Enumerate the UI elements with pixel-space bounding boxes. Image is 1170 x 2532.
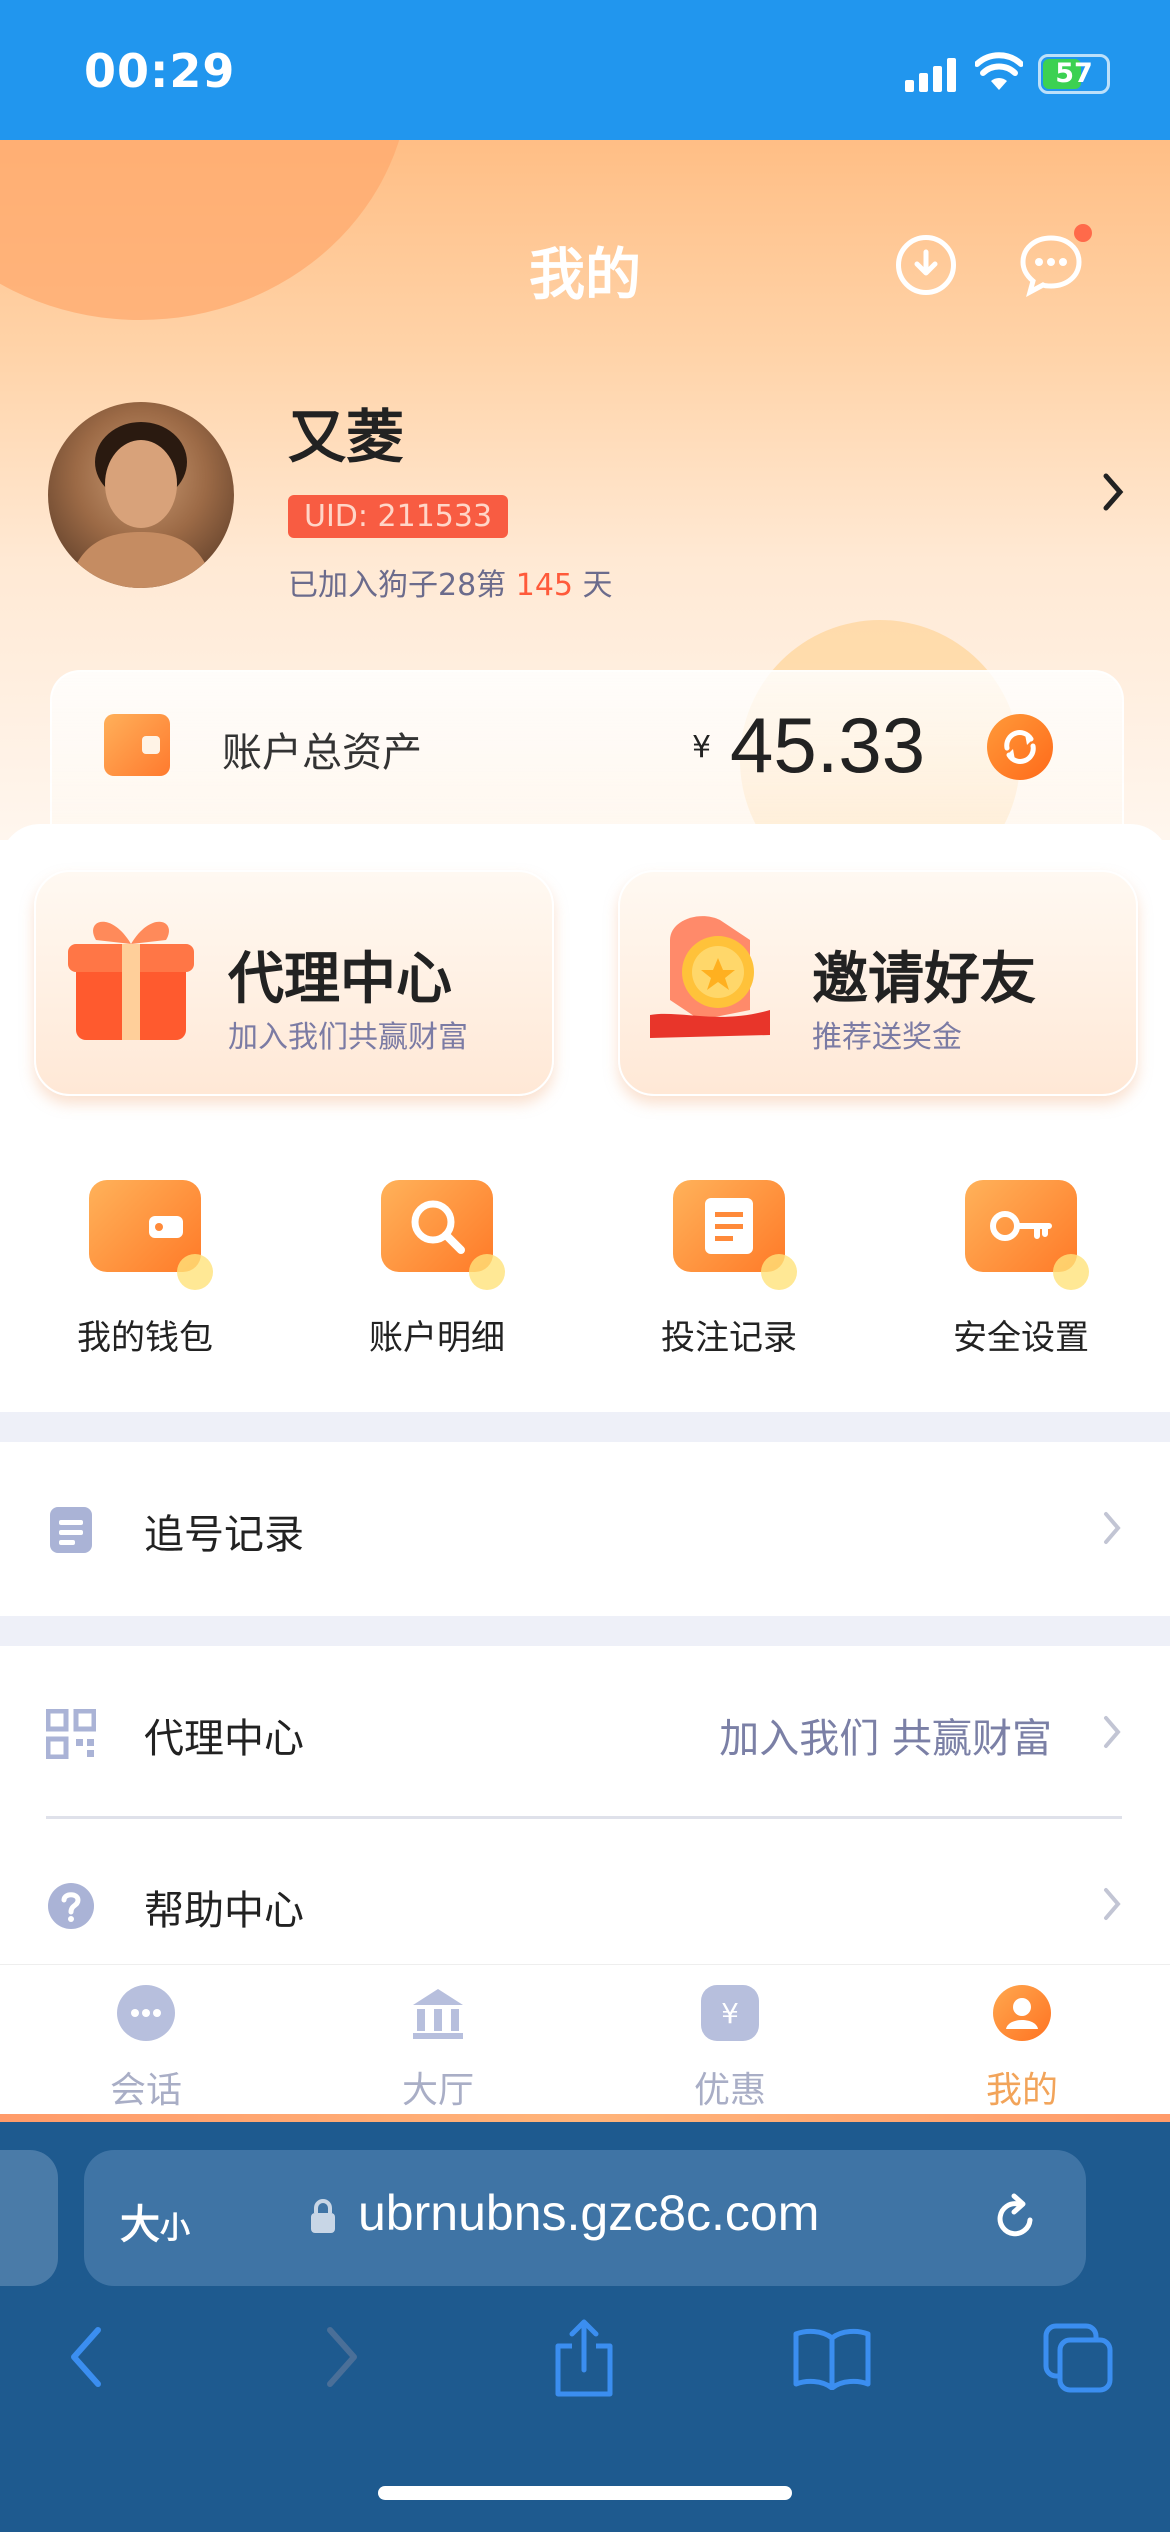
username: 又菱 (288, 403, 405, 471)
row-label: 帮助中心 (144, 1888, 304, 1934)
bet-records-button[interactable]: 投注记录 (629, 1180, 829, 1359)
account-details-button[interactable]: 账户明细 (337, 1180, 537, 1359)
profile-header: 我的 又菱 UID: 211533 已加入狗子28第 145 天 账户总资产 ¥… (0, 140, 1170, 840)
row-extra-text: 加入我们 共赢财富 (719, 1716, 1052, 1762)
svg-text:¥: ¥ (721, 1997, 739, 2030)
security-settings-button[interactable]: 安全设置 (921, 1180, 1121, 1359)
refresh-icon (1004, 730, 1036, 764)
tab-bar: 会话 大厅 ¥ 优惠 我的 (0, 1964, 1170, 2115)
joined-info: 已加入狗子28第 145 天 (288, 568, 613, 603)
qrcode-icon (46, 1709, 96, 1759)
assets-value: 45.33 (730, 701, 926, 789)
promo-subtitle: 加入我们共赢财富 (228, 1020, 468, 1055)
address-bar[interactable]: 大小 ubrnubns.gzc8c.com (84, 2150, 1086, 2286)
ticket-icon (673, 1180, 797, 1290)
key-icon (965, 1180, 1089, 1290)
notification-dot (1074, 224, 1092, 242)
row-label: 追号记录 (144, 1512, 304, 1558)
status-time: 00:29 (84, 44, 236, 98)
quick-action-label: 我的钱包 (77, 1318, 213, 1358)
tab-label: 会话 (109, 2070, 182, 2111)
invite-friends-card[interactable]: 邀请好友 推荐送奖金 (618, 870, 1138, 1096)
avatar[interactable] (48, 402, 234, 588)
magnifier-icon (381, 1180, 505, 1290)
bank-icon (409, 1985, 467, 2041)
agent-center-row[interactable]: 代理中心 加入我们 共赢财富 (0, 1676, 1170, 1786)
my-wallet-button[interactable]: 我的钱包 (45, 1180, 245, 1359)
chevron-right-icon (1104, 1888, 1121, 1920)
help-icon (48, 1883, 94, 1929)
quick-action-label: 账户明细 (369, 1318, 505, 1358)
back-icon[interactable] (62, 2322, 112, 2392)
wifi-icon (975, 52, 1023, 90)
promo-title: 邀请好友 (812, 947, 1036, 1012)
quick-action-label: 安全设置 (953, 1318, 1089, 1358)
wallet-icon (89, 1180, 213, 1290)
tab-label: 优惠 (693, 2070, 766, 2111)
download-icon (914, 249, 938, 276)
forward-icon[interactable] (316, 2322, 366, 2392)
promo-title: 代理中心 (228, 947, 452, 1012)
quick-action-label: 投注记录 (661, 1318, 797, 1358)
share-icon[interactable] (548, 2318, 620, 2398)
tab-chat[interactable]: 会话 (46, 1985, 246, 2113)
cellular-signal-icon (905, 58, 956, 92)
text-size-button[interactable]: 大小 (120, 2192, 190, 2250)
row-separator (46, 1816, 1122, 1819)
wallet-icon (104, 714, 170, 776)
gift-box-icon (68, 921, 194, 1040)
download-button[interactable] (896, 235, 956, 295)
message-button[interactable] (1018, 232, 1084, 298)
help-center-row[interactable]: 帮助中心 (0, 1848, 1170, 1958)
section-divider (0, 1616, 1170, 1646)
tab-label: 大厅 (401, 2070, 474, 2111)
promo-subtitle: 推荐送奖金 (812, 1020, 962, 1055)
uid-badge: UID: 211533 (288, 495, 509, 538)
joined-days: 145 (515, 568, 573, 603)
agent-center-card[interactable]: 代理中心 加入我们共赢财富 (34, 870, 554, 1096)
bookmarks-icon[interactable] (792, 2328, 872, 2390)
assets-card: 账户总资产 ¥ 45.33 (50, 670, 1124, 840)
assets-label: 账户总资产 (222, 730, 422, 776)
status-bar: 00:29 57 (0, 0, 1170, 140)
battery-level: 57 (1055, 58, 1093, 89)
tab-label: 我的 (985, 2070, 1058, 2111)
chevron-right-icon (1104, 1512, 1121, 1544)
coin-hand-icon (650, 916, 770, 1038)
tabs-icon[interactable] (1040, 2320, 1116, 2396)
browser-toolbar: 大小 ubrnubns.gzc8c.com (0, 2122, 1170, 2532)
refresh-balance-button[interactable] (987, 714, 1053, 780)
chase-records-row[interactable]: 追号记录 (0, 1472, 1170, 1582)
chat-bubble-icon (117, 1985, 175, 2041)
section-divider (0, 1412, 1170, 1442)
currency-symbol: ¥ (692, 730, 712, 765)
coupon-icon: ¥ (701, 1985, 759, 2041)
url-text: ubrnubns.gzc8c.com (358, 2185, 820, 2241)
page-title: 我的 (529, 243, 641, 308)
tab-mine[interactable]: 我的 (922, 1985, 1122, 2113)
lock-icon (311, 2199, 335, 2233)
home-indicator[interactable] (378, 2486, 792, 2500)
battery-icon: 57 (1038, 54, 1110, 94)
chevron-right-icon[interactable] (1100, 470, 1128, 514)
tab-promotions[interactable]: ¥ 优惠 (630, 1985, 830, 2113)
reload-icon[interactable] (988, 2190, 1044, 2246)
previous-tab-preview[interactable] (0, 2150, 58, 2286)
row-label: 代理中心 (144, 1716, 304, 1762)
tab-hall[interactable]: 大厅 (338, 1985, 538, 2113)
clipboard-icon (50, 1507, 92, 1553)
chevron-right-icon (1104, 1716, 1121, 1748)
user-icon (993, 1985, 1051, 2041)
